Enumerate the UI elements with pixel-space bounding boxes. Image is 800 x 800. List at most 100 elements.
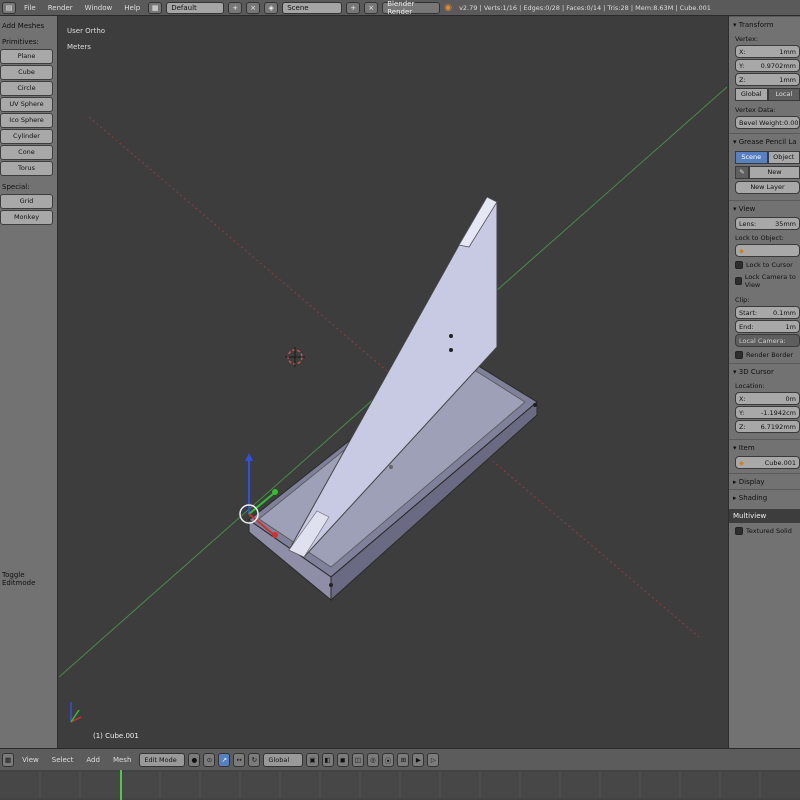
cursor-x-field[interactable]: X: 0m — [735, 392, 800, 405]
grease-source-toggle: Scene Object — [735, 151, 800, 164]
render-animation-icon[interactable]: ▷ — [427, 752, 440, 767]
add-plane-button[interactable]: Plane — [0, 49, 53, 64]
lock-object-field[interactable]: ◆ — [735, 244, 800, 257]
add-cone-button[interactable]: Cone — [0, 145, 53, 160]
transform-header[interactable]: ▾ Transform — [729, 16, 800, 32]
view-header[interactable]: ▾ View — [729, 200, 800, 216]
timeline[interactable] — [0, 770, 800, 800]
translate-icon[interactable]: ↔ — [233, 752, 246, 767]
cursor-z-field[interactable]: Z: 6.7192mm — [735, 420, 800, 433]
shading-header[interactable]: ▸ Shading — [729, 489, 800, 505]
scene-tab[interactable]: Scene — [735, 151, 768, 164]
vertex-point[interactable] — [449, 348, 453, 352]
cursor-y-value: -1.1942cm — [761, 408, 796, 417]
manipulator-toggle-icon[interactable]: ↗ — [218, 752, 231, 767]
clip-start-field[interactable]: Start: 0.1mm — [735, 306, 800, 319]
grease-pencil-header[interactable]: ▾ Grease Pencil La — [729, 133, 800, 149]
screen-layout-field[interactable]: Default — [166, 1, 225, 14]
add-ico-sphere-button[interactable]: Ico Sphere — [0, 113, 53, 128]
bevel-weight-value: 0.00 — [784, 118, 799, 127]
vertex-y-label: Y: — [739, 61, 745, 70]
proportional-edit-icon[interactable]: ◎ — [366, 752, 379, 767]
scene-icon[interactable]: ◈ — [264, 1, 279, 14]
menu-window[interactable]: Window — [81, 4, 117, 12]
checkbox-box — [735, 527, 743, 535]
vertex-point[interactable] — [329, 583, 333, 587]
transform-orientation-select[interactable]: Global — [263, 752, 304, 767]
blender-logo-icon: ◉ — [444, 2, 453, 13]
3d-cursor-header[interactable]: ▾ 3D Cursor — [729, 363, 800, 379]
current-frame-marker[interactable] — [120, 770, 122, 800]
remove-layout-icon[interactable]: × — [246, 1, 261, 14]
clip-end-value: 1m — [785, 322, 796, 331]
vertex-point[interactable] — [533, 403, 537, 407]
vertex-z-value: 1mm — [779, 75, 796, 84]
view-header-label: View — [738, 205, 756, 213]
add-grid-button[interactable]: Grid — [0, 194, 53, 209]
add-uv-sphere-button[interactable]: UV Sphere — [0, 97, 53, 112]
menu-render[interactable]: Render — [44, 4, 77, 12]
pivot-point-icon[interactable]: ⊙ — [203, 752, 216, 767]
transform-header-label: Transform — [738, 21, 774, 29]
face-select-icon[interactable]: ◼ — [336, 752, 349, 767]
multiview-header[interactable]: Multiview — [729, 509, 800, 523]
item-name-value: Cube.001 — [764, 458, 796, 467]
cursor-y-field[interactable]: Y: -1.1942cm — [735, 406, 800, 419]
textured-solid-checkbox[interactable]: Textured Solid — [735, 527, 800, 535]
lock-camera-checkbox[interactable]: Lock Camera to View — [735, 273, 800, 289]
snap-element-icon[interactable]: ⊞ — [397, 752, 410, 767]
rotate-icon[interactable]: ↻ — [248, 752, 261, 767]
add-cylinder-button[interactable]: Cylinder — [0, 129, 53, 144]
item-name-field[interactable]: ◆ Cube.001 — [735, 456, 800, 469]
lens-field[interactable]: Lens: 35mm — [735, 217, 800, 230]
vertex-label: Vertex: — [735, 35, 759, 43]
editor-type-icon[interactable]: ▤ — [2, 1, 16, 14]
menu-file[interactable]: File — [20, 4, 40, 12]
item-header[interactable]: ▾ Item — [729, 439, 800, 455]
render-border-label: Render Border — [746, 351, 793, 359]
add-torus-button[interactable]: Torus — [0, 161, 53, 176]
pencil-icon[interactable]: ✎ — [735, 166, 749, 179]
bevel-weight-field[interactable]: Bevel Weight: 0.00 — [735, 116, 800, 129]
limit-selection-icon[interactable]: ◫ — [351, 752, 364, 767]
add-layout-icon[interactable]: + — [228, 1, 243, 14]
new-layer-button[interactable]: New Layer — [735, 181, 800, 194]
bevel-weight-label: Bevel Weight: — [739, 118, 785, 127]
snap-toggle-icon[interactable]: ⦿ — [381, 752, 395, 767]
grease-pencil-header-label: Grease Pencil La — [738, 138, 797, 146]
menu-help[interactable]: Help — [120, 4, 144, 12]
object-tab[interactable]: Object — [767, 151, 800, 164]
add-scene-icon[interactable]: + — [346, 1, 361, 14]
menu-mesh[interactable]: Mesh — [108, 756, 136, 764]
edge-select-icon[interactable]: ◧ — [321, 752, 334, 767]
opengl-render-icon[interactable]: ▶ — [412, 752, 425, 767]
render-engine-select[interactable]: Blender Render — [382, 0, 441, 16]
add-monkey-button[interactable]: Monkey — [0, 210, 53, 225]
vertex-select-icon[interactable]: ▣ — [306, 752, 319, 767]
3d-viewport[interactable]: User Ortho Meters (1) Cube.001 — [59, 17, 727, 748]
menu-view[interactable]: View — [17, 756, 44, 764]
vertex-z-field[interactable]: Z: 1mm — [735, 73, 800, 86]
location-label: Location: — [735, 382, 765, 390]
add-circle-button[interactable]: Circle — [0, 81, 53, 96]
display-header-label: Display — [738, 478, 765, 486]
render-border-checkbox[interactable]: Render Border — [735, 351, 800, 359]
menu-select[interactable]: Select — [47, 756, 79, 764]
vertex-point[interactable] — [449, 334, 453, 338]
remove-scene-icon[interactable]: × — [364, 1, 379, 14]
scene-field[interactable]: Scene — [282, 1, 343, 14]
viewport-shading-icon[interactable]: ● — [188, 752, 201, 767]
layout-icon[interactable]: ▦ — [148, 1, 163, 14]
menu-add[interactable]: Add — [81, 756, 105, 764]
display-header[interactable]: ▸ Display — [729, 473, 800, 489]
editor-type-icon[interactable]: ▦ — [2, 752, 15, 767]
add-cube-button[interactable]: Cube — [0, 65, 53, 80]
clip-end-field[interactable]: End: 1m — [735, 320, 800, 333]
global-button[interactable]: Global — [735, 88, 768, 101]
lock-to-cursor-checkbox[interactable]: Lock to Cursor — [735, 261, 800, 269]
vertex-y-field[interactable]: Y: 0.9702mm — [735, 59, 800, 72]
local-button[interactable]: Local — [767, 88, 800, 101]
vertex-x-field[interactable]: X: 1mm — [735, 45, 800, 58]
mode-select[interactable]: Edit Mode — [139, 752, 186, 767]
new-button[interactable]: New — [749, 166, 800, 179]
